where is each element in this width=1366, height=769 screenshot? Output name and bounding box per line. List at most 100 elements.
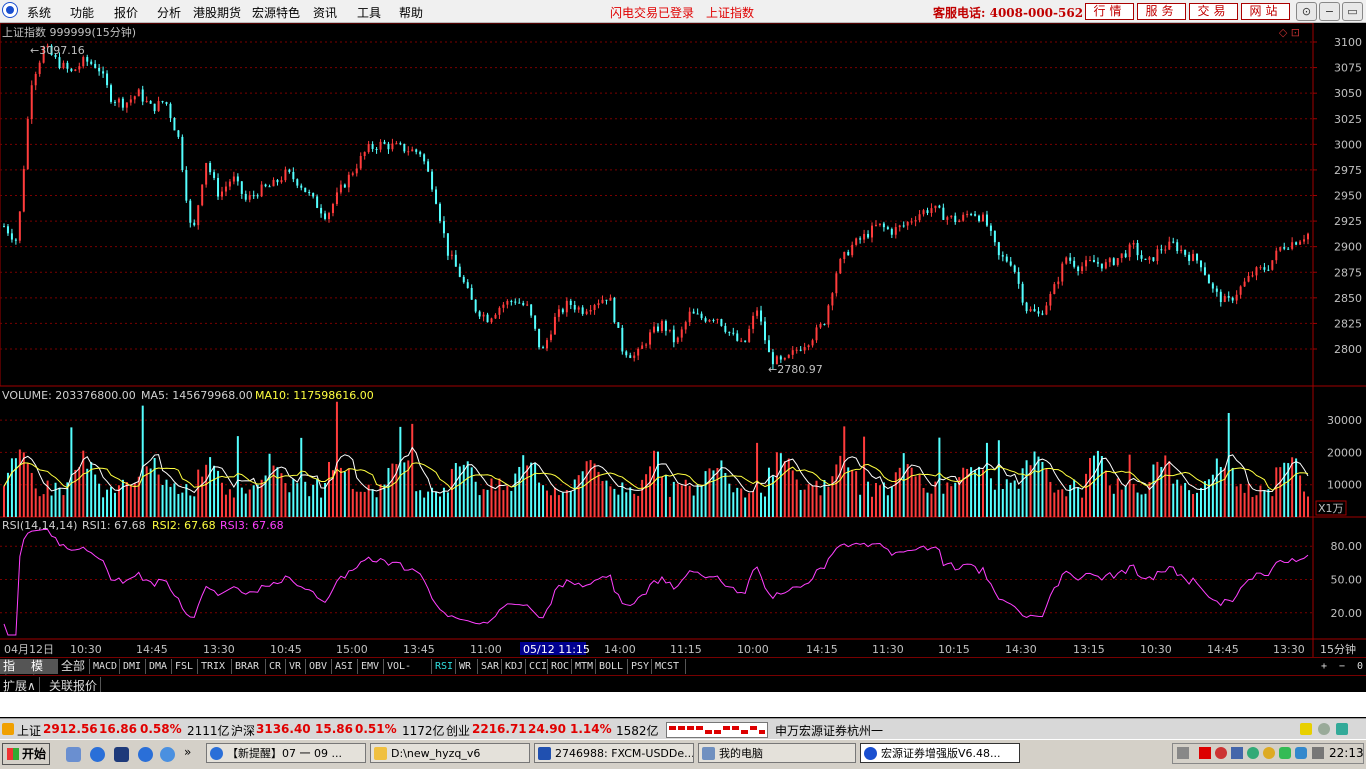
- task-folder[interactable]: D:\new_hyzq_v6: [370, 743, 530, 763]
- candle-body: [910, 221, 913, 223]
- candle-body: [18, 211, 21, 241]
- hs-amount: 1172亿: [402, 724, 445, 738]
- candle-body: [458, 266, 461, 277]
- service-button[interactable]: 服务: [1137, 3, 1186, 20]
- tab-kdj[interactable]: KDJ: [502, 659, 526, 674]
- tab-模板[interactable]: 模板: [28, 659, 58, 688]
- menu-analysis[interactable]: 分析: [157, 4, 181, 21]
- zoom-out-button[interactable]: −: [1336, 659, 1348, 674]
- task-fxcm[interactable]: 2746988: FXCM-USDDe...: [534, 743, 694, 763]
- menu-function[interactable]: 功能: [70, 4, 94, 21]
- tab-全部[interactable]: 全部: [58, 659, 90, 674]
- cy-amount: 1582亿: [616, 724, 659, 738]
- window-icon[interactable]: [114, 747, 129, 762]
- maximize-icon[interactable]: ▭: [1342, 2, 1363, 21]
- candle-body: [169, 103, 172, 118]
- tab-sar[interactable]: SAR: [478, 659, 502, 674]
- candle-body: [601, 299, 604, 304]
- menu-help[interactable]: 帮助: [399, 4, 423, 21]
- tab-cci[interactable]: CCI: [526, 659, 548, 674]
- tab-wr[interactable]: WR: [456, 659, 478, 674]
- minimize-icon[interactable]: −: [1319, 2, 1340, 21]
- update-icon[interactable]: [1247, 747, 1259, 759]
- candle-body: [113, 101, 116, 103]
- tab-psy[interactable]: PSY: [628, 659, 652, 674]
- trade-button[interactable]: 交易: [1189, 3, 1238, 20]
- tray-app-icon[interactable]: [1263, 747, 1275, 759]
- candle-body: [744, 340, 747, 342]
- show-desktop-icon[interactable]: [66, 747, 81, 762]
- candlestick-chart[interactable]: 3100 3075 3050 3025 3000 2975 2950 2925 2900 2875…: [0, 23, 1366, 657]
- tab-vr[interactable]: VR: [286, 659, 306, 674]
- menu-system[interactable]: 系统: [27, 4, 51, 21]
- menu-news[interactable]: 资讯: [313, 4, 337, 21]
- tab-trix[interactable]: TRIX: [198, 659, 232, 674]
- tab-vol-tdx[interactable]: VOL-TDX: [384, 659, 432, 687]
- candle-body: [1243, 281, 1246, 287]
- tab-mcst[interactable]: MCST: [652, 659, 686, 674]
- more-icon[interactable]: »: [184, 745, 199, 760]
- candle-body: [161, 101, 164, 103]
- tab-roc[interactable]: ROC: [548, 659, 572, 674]
- candle-body: [993, 230, 996, 243]
- security-icon[interactable]: [1215, 747, 1227, 759]
- clock: 22:13: [1329, 746, 1364, 760]
- restore-icon[interactable]: ⊙: [1296, 2, 1317, 21]
- candle-body: [1057, 281, 1060, 285]
- ie-icon[interactable]: [90, 747, 105, 762]
- notice-icon[interactable]: [1300, 723, 1312, 735]
- candle-body: [890, 229, 893, 235]
- tab-brar[interactable]: BRAR: [232, 659, 266, 674]
- quotes-button[interactable]: 行情: [1085, 3, 1134, 20]
- candle-body: [553, 316, 556, 335]
- menu-hk-futures[interactable]: 港股期货: [193, 4, 241, 21]
- tab-指标[interactable]: 指标: [0, 659, 28, 688]
- flag-icon[interactable]: [1199, 747, 1211, 759]
- task-browser[interactable]: 【新提醒】07 一 09 ...: [206, 743, 366, 763]
- time-axis-label: 14:45: [1207, 643, 1239, 656]
- antivirus-icon[interactable]: [1279, 747, 1291, 759]
- tab-fsl[interactable]: FSL: [172, 659, 198, 674]
- menu-hongyuan[interactable]: 宏源特色: [252, 4, 300, 21]
- tab-rsi[interactable]: RSI: [432, 659, 456, 674]
- menu-tools[interactable]: 工具: [357, 4, 381, 21]
- tab-boll[interactable]: BOLL: [596, 659, 628, 674]
- shield-icon[interactable]: [1295, 747, 1307, 759]
- tab-asi[interactable]: ASI: [332, 659, 358, 674]
- signal-icon[interactable]: [1318, 723, 1330, 735]
- tab-obv[interactable]: OBV: [306, 659, 332, 674]
- candle-body: [653, 326, 656, 333]
- tab-cr[interactable]: CR: [266, 659, 286, 674]
- flash-trade-status[interactable]: 闪电交易已登录: [610, 4, 694, 21]
- candle-body: [173, 117, 176, 131]
- tab-macd[interactable]: MACD: [90, 659, 120, 674]
- task-hongyuan[interactable]: 宏源证券增强版V6.48...: [860, 743, 1020, 763]
- candle-body: [831, 293, 834, 306]
- candle-body: [1279, 247, 1282, 251]
- reset-zoom-button[interactable]: 0: [1354, 659, 1366, 674]
- connection-icon[interactable]: [1336, 723, 1348, 735]
- start-button[interactable]: 开始: [2, 743, 50, 765]
- volume-axis-label: 10000: [1327, 479, 1362, 492]
- tab-mtm[interactable]: MTM: [572, 659, 596, 674]
- candle-body: [1303, 239, 1306, 242]
- candle-body: [565, 300, 568, 313]
- browser-icon[interactable]: [138, 747, 153, 762]
- tab-emv[interactable]: EMV: [358, 659, 384, 674]
- website-button[interactable]: 网站: [1241, 3, 1290, 20]
- tab-dmi[interactable]: DMI: [120, 659, 146, 674]
- messenger-icon[interactable]: [160, 747, 175, 762]
- zoom-in-button[interactable]: +: [1318, 659, 1330, 674]
- menu-quote[interactable]: 报价: [114, 4, 138, 21]
- volume-icon[interactable]: [1312, 747, 1324, 759]
- sub-tab-bar: 扩展∧ 关联报价: [0, 675, 1366, 694]
- candle-body: [272, 179, 275, 187]
- candle-body: [1227, 296, 1230, 298]
- network-icon[interactable]: [1231, 747, 1243, 759]
- candle-body: [664, 321, 667, 331]
- task-my-computer[interactable]: 我的电脑: [698, 743, 856, 763]
- tab-dma[interactable]: DMA: [146, 659, 172, 674]
- keyboard-icon[interactable]: [1177, 747, 1189, 759]
- candle-body: [145, 100, 148, 102]
- candle-body: [197, 205, 200, 226]
